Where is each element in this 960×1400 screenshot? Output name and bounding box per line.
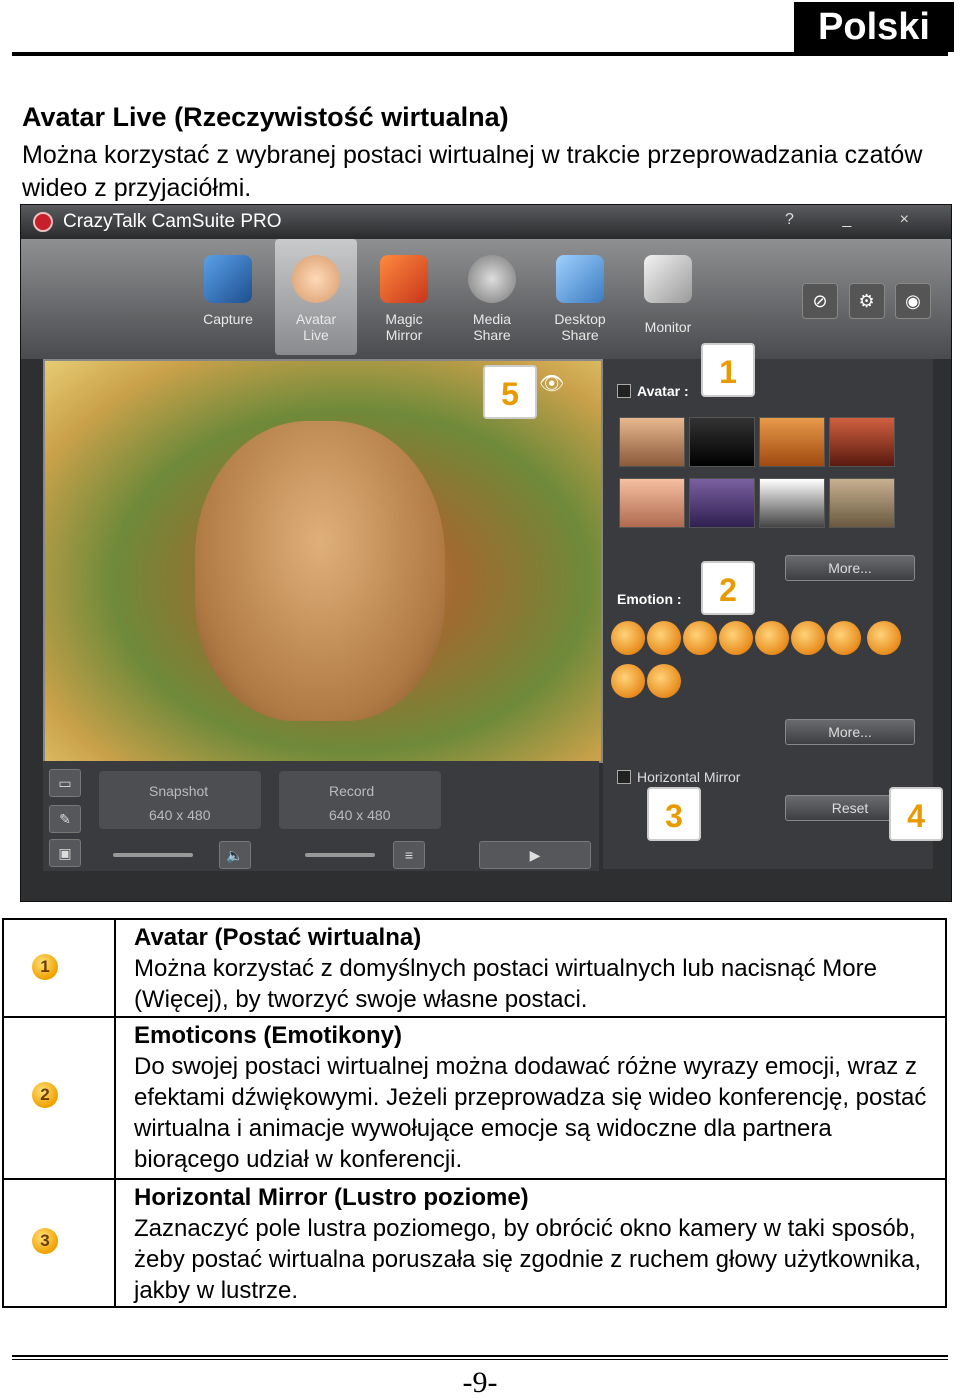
avatar-thumb[interactable] <box>759 417 825 467</box>
video-preview <box>43 359 603 763</box>
nav-desktop-share[interactable]: Desktop Share <box>539 239 621 355</box>
emoticon-icon[interactable] <box>867 621 902 655</box>
avatar-thumb[interactable] <box>829 478 895 528</box>
top-rule <box>12 52 948 56</box>
emotion-icons <box>611 621 911 707</box>
row-text: Emoticons (Emotikony) Do swojej postaci … <box>134 1020 933 1175</box>
emoticon-icon[interactable] <box>683 621 717 655</box>
callout-4: 4 <box>889 787 943 841</box>
volume-slider[interactable] <box>113 853 193 857</box>
camera-source-icon[interactable]: ▭ <box>49 769 81 797</box>
app-titlebar: CrazyTalk CamSuite PRO ? _ × <box>21 205 951 239</box>
row-icon-cell: 2 <box>4 1018 116 1178</box>
callout-5: 5 <box>483 365 537 419</box>
number-1-icon: 1 <box>32 954 58 980</box>
baby-face-icon <box>292 255 340 303</box>
avatar-checkbox[interactable] <box>617 384 631 398</box>
chart-icon[interactable]: ≡ <box>393 841 425 869</box>
row-title: Avatar (Postać wirtualna) <box>134 924 422 951</box>
avatar-thumb[interactable] <box>689 478 755 528</box>
bottom-rule-thin <box>12 1359 948 1360</box>
avatar-thumb[interactable] <box>689 417 755 467</box>
nav-magic-mirror[interactable]: Magic Mirror <box>363 239 445 355</box>
section-title: Avatar Live (Rzeczywistość wirtualna) <box>22 102 509 132</box>
emoticon-icon[interactable] <box>611 621 645 655</box>
row-title: Emoticons (Emotikony) <box>134 1022 403 1049</box>
number-3-icon: 3 <box>32 1228 58 1254</box>
bottom-rule <box>12 1355 948 1357</box>
emoticon-icon[interactable] <box>755 621 789 655</box>
emoticon-icon[interactable] <box>791 621 825 655</box>
app-nav: Capture Avatar Live Magic Mirror Media S… <box>21 239 951 359</box>
language-tag: Polski <box>794 2 954 52</box>
emoticon-icon[interactable] <box>719 621 753 655</box>
avatar-thumb[interactable] <box>759 478 825 528</box>
emotion-label: Emotion : <box>617 591 682 607</box>
emoticon-icon[interactable] <box>647 664 681 698</box>
app-screenshot: CrazyTalk CamSuite PRO ? _ × Capture Ava… <box>20 204 952 902</box>
snapshot-button[interactable]: Snapshot 640 x 480 <box>99 771 261 829</box>
horizontal-mirror-checkbox[interactable]: Horizontal Mirror <box>617 769 740 785</box>
speaker-icon[interactable]: 🔈 <box>219 841 251 869</box>
app-title: CrazyTalk CamSuite PRO <box>63 211 282 232</box>
avatar-checkbox-label[interactable]: Avatar : <box>617 383 689 399</box>
mirror-checkbox[interactable] <box>617 770 631 784</box>
callout-1: 1 <box>701 343 755 397</box>
crazytalk-logo-icon <box>33 212 53 232</box>
record-button[interactable]: Record 640 x 480 <box>279 771 441 829</box>
row-icon-cell: 3 <box>4 1180 116 1306</box>
nav-monitor[interactable]: Monitor <box>627 239 709 355</box>
row-text: Horizontal Mirror (Lustro poziome) Zazna… <box>134 1182 933 1306</box>
description-table: 1 Avatar (Postać wirtualna) Można korzys… <box>2 918 947 1308</box>
no-sleep-icon[interactable]: ⊘ <box>802 283 839 319</box>
table-row: 1 Avatar (Postać wirtualna) Można korzys… <box>4 920 945 1018</box>
avatar-thumb[interactable] <box>829 417 895 467</box>
callout-2: 2 <box>701 561 755 615</box>
play-bar[interactable]: ▶ <box>479 841 591 869</box>
table-row: 3 Horizontal Mirror (Lustro poziome) Zaz… <box>4 1180 945 1306</box>
toolbar-right: ⊘ ⚙ ◉ <box>796 283 931 319</box>
screen-icon[interactable]: ▣ <box>49 839 81 867</box>
window-controls[interactable]: ? _ × <box>785 211 931 229</box>
eye-icon[interactable]: 👁 <box>539 371 564 396</box>
security-camera-icon <box>644 255 692 303</box>
film-reel-icon <box>468 255 516 303</box>
webcam-icon <box>204 255 252 303</box>
section-intro: Można korzystać z wybranej postaci wirtu… <box>22 141 923 202</box>
mask-icon <box>380 255 428 303</box>
avatar-thumb[interactable] <box>619 417 685 467</box>
number-2-icon: 2 <box>32 1082 58 1108</box>
camera-settings-icon[interactable]: ◉ <box>895 283 931 319</box>
callout-3: 3 <box>647 787 701 841</box>
table-row: 2 Emoticons (Emotikony) Do swojej postac… <box>4 1018 945 1180</box>
control-bar: ▭ ✎ ▣ Snapshot 640 x 480 Record 640 x 48… <box>43 761 599 871</box>
row-body: Można korzystać z domyślnych postaci wir… <box>134 955 877 1013</box>
avatar-thumb[interactable] <box>619 478 685 528</box>
music-slider[interactable] <box>305 853 375 857</box>
nav-avatar-live[interactable]: Avatar Live <box>275 239 357 355</box>
row-icon-cell: 1 <box>4 920 116 1016</box>
row-title: Horizontal Mirror (Lustro poziome) <box>134 1184 529 1211</box>
row-body: Zaznaczyć pole lustra poziomego, by obró… <box>134 1215 922 1304</box>
monitors-icon <box>556 255 604 303</box>
page-number: -9- <box>462 1366 498 1399</box>
emotion-more-button[interactable]: More... <box>785 719 915 745</box>
effects-icon[interactable]: ✎ <box>49 805 81 833</box>
avatar-thumbnails <box>619 417 909 539</box>
row-text: Avatar (Postać wirtualna) Można korzysta… <box>134 922 933 1015</box>
nav-capture[interactable]: Capture <box>187 239 269 355</box>
avatar-more-button[interactable]: More... <box>785 555 915 581</box>
nav-media-share[interactable]: Media Share <box>451 239 533 355</box>
row-body: Do swojej postaci wirtualnej można dodaw… <box>134 1053 927 1173</box>
emoticon-icon[interactable] <box>827 621 861 655</box>
gear-icon[interactable]: ⚙ <box>848 283 885 319</box>
emoticon-icon[interactable] <box>647 621 681 655</box>
lion-avatar-image <box>195 421 445 721</box>
emoticon-icon[interactable] <box>611 664 645 698</box>
